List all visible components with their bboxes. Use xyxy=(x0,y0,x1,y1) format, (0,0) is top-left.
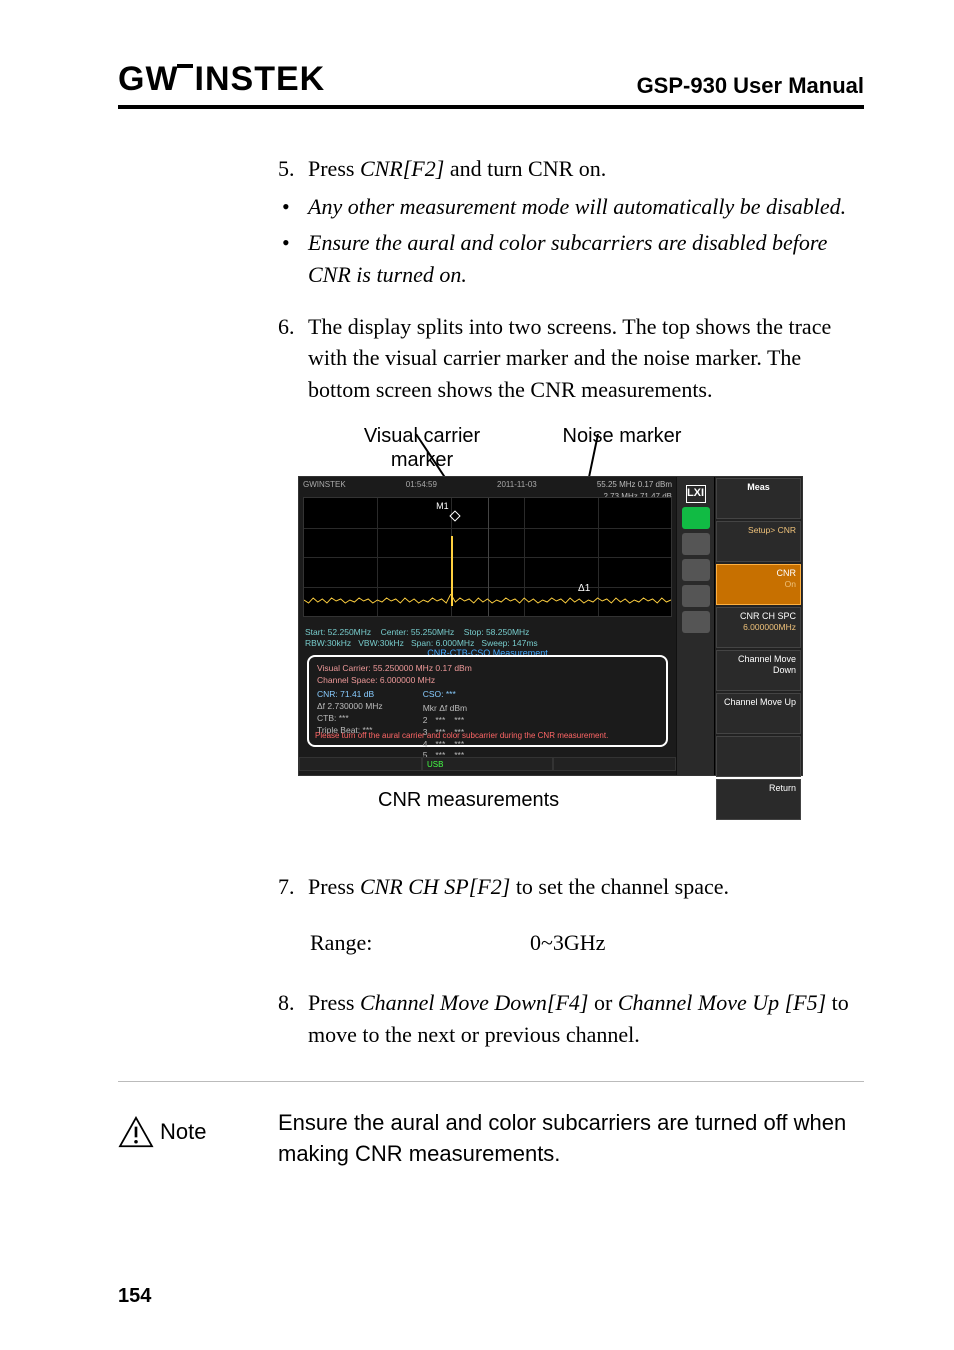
brand-logo: GWINSTEK xyxy=(118,60,325,99)
label-visual-carrier-marker: Visual carrier marker xyxy=(332,424,512,472)
softkey-f1[interactable]: Setup> CNR xyxy=(716,521,801,562)
side-icon-column: LXI xyxy=(676,477,714,775)
step-body: Press CNR CH SP[F2] to set the channel s… xyxy=(308,871,864,903)
delta-marker: Δ1 xyxy=(578,582,590,597)
step-5-bullets: •Any other measurement mode will automat… xyxy=(278,191,864,291)
range-row: Range: 0~3GHz xyxy=(310,927,864,959)
softkey-blank xyxy=(716,736,801,777)
main-content: 5. Press CNR[F2] and turn CNR on. •Any o… xyxy=(278,153,864,1051)
note-text: Ensure the aural and color subcarriers a… xyxy=(278,1108,864,1170)
softkey-f3-chspc[interactable]: CNR CH SPC6.000000MHz xyxy=(716,607,801,648)
softkey-title: Meas xyxy=(716,478,801,519)
plot-footer: Start: 52.250MHz Center: 55.250MHz Stop:… xyxy=(305,627,538,649)
softkey-f4-movedown[interactable]: Channel Move Down xyxy=(716,650,801,691)
note-row: Note Ensure the aural and color subcarri… xyxy=(118,1108,864,1170)
range-label: Range: xyxy=(310,927,530,959)
cmd-movedown: Channel Move Down[F4] xyxy=(360,990,589,1015)
figure: Visual carrier marker Noise marker GWINS… xyxy=(278,424,864,815)
page-number: 154 xyxy=(118,1285,151,1308)
icon-sweep xyxy=(682,507,710,529)
range-value: 0~3GHz xyxy=(530,927,605,959)
softkey-f2-cnr[interactable]: CNROn xyxy=(716,564,801,605)
spectrum-plot: M1 Δ1 xyxy=(303,497,672,617)
cmd-cnr-f2: CNR[F2] xyxy=(360,156,444,181)
step-8: 8. Press Channel Move Down[F4] or Channe… xyxy=(278,987,864,1051)
step-number: 8. xyxy=(278,987,308,1051)
figure-top-labels: Visual carrier marker Noise marker xyxy=(332,424,864,472)
device-screenshot: GWINSTEK 01:54:59 2011-11-03 55.25 MHz 0… xyxy=(298,476,803,776)
warning-icon xyxy=(118,1116,154,1148)
step-body: The display splits into two screens. The… xyxy=(308,311,864,407)
step-body: Press CNR[F2] and turn CNR on. xyxy=(308,153,864,185)
step-number: 6. xyxy=(278,311,308,407)
softkey-column: Meas Setup> CNR CNROn CNR CH SPC6.000000… xyxy=(714,477,802,775)
scr-marker-r1: 55.25 MHz 0.17 dBm xyxy=(597,479,672,491)
page-header: GWINSTEK GSP-930 User Manual xyxy=(118,60,864,109)
bullet-item: •Any other measurement mode will automat… xyxy=(278,191,864,223)
step-6: 6. The display splits into two screens. … xyxy=(278,311,864,407)
carrier-peak xyxy=(451,536,453,606)
status-bar: USB xyxy=(299,757,676,771)
softkey-return[interactable]: Return xyxy=(716,779,801,820)
marker-m1 xyxy=(451,512,463,522)
icon-band xyxy=(682,611,710,633)
step-5: 5. Press CNR[F2] and turn CNR on. xyxy=(278,153,864,185)
icon-trace xyxy=(682,585,710,607)
icon-preamp xyxy=(682,559,710,581)
cmd-moveup: Channel Move Up [F5] xyxy=(618,990,826,1015)
step-body: Press Channel Move Down[F4] or Channel M… xyxy=(308,987,864,1051)
m1-label: M1 xyxy=(436,500,449,513)
icon-trigger xyxy=(682,533,710,555)
step-7: 7. Press CNR CH SP[F2] to set the channe… xyxy=(278,871,864,903)
step-number: 5. xyxy=(278,153,308,185)
manual-title: GSP-930 User Manual xyxy=(637,73,864,99)
step-number: 7. xyxy=(278,871,308,903)
bullet-item: •Ensure the aural and color subcarriers … xyxy=(278,227,864,291)
cnr-measurement-box: Visual Carrier: 55.250000 MHz 0.17 dBm C… xyxy=(307,655,668,747)
screenshot-main: GWINSTEK 01:54:59 2011-11-03 55.25 MHz 0… xyxy=(299,477,676,775)
cmd-cnr-chsp: CNR CH SP[F2] xyxy=(360,874,510,899)
note-label: Note xyxy=(118,1108,278,1148)
softkey-f5-moveup[interactable]: Channel Move Up xyxy=(716,693,801,734)
label-noise-marker: Noise marker xyxy=(532,424,712,472)
divider xyxy=(118,1081,864,1082)
